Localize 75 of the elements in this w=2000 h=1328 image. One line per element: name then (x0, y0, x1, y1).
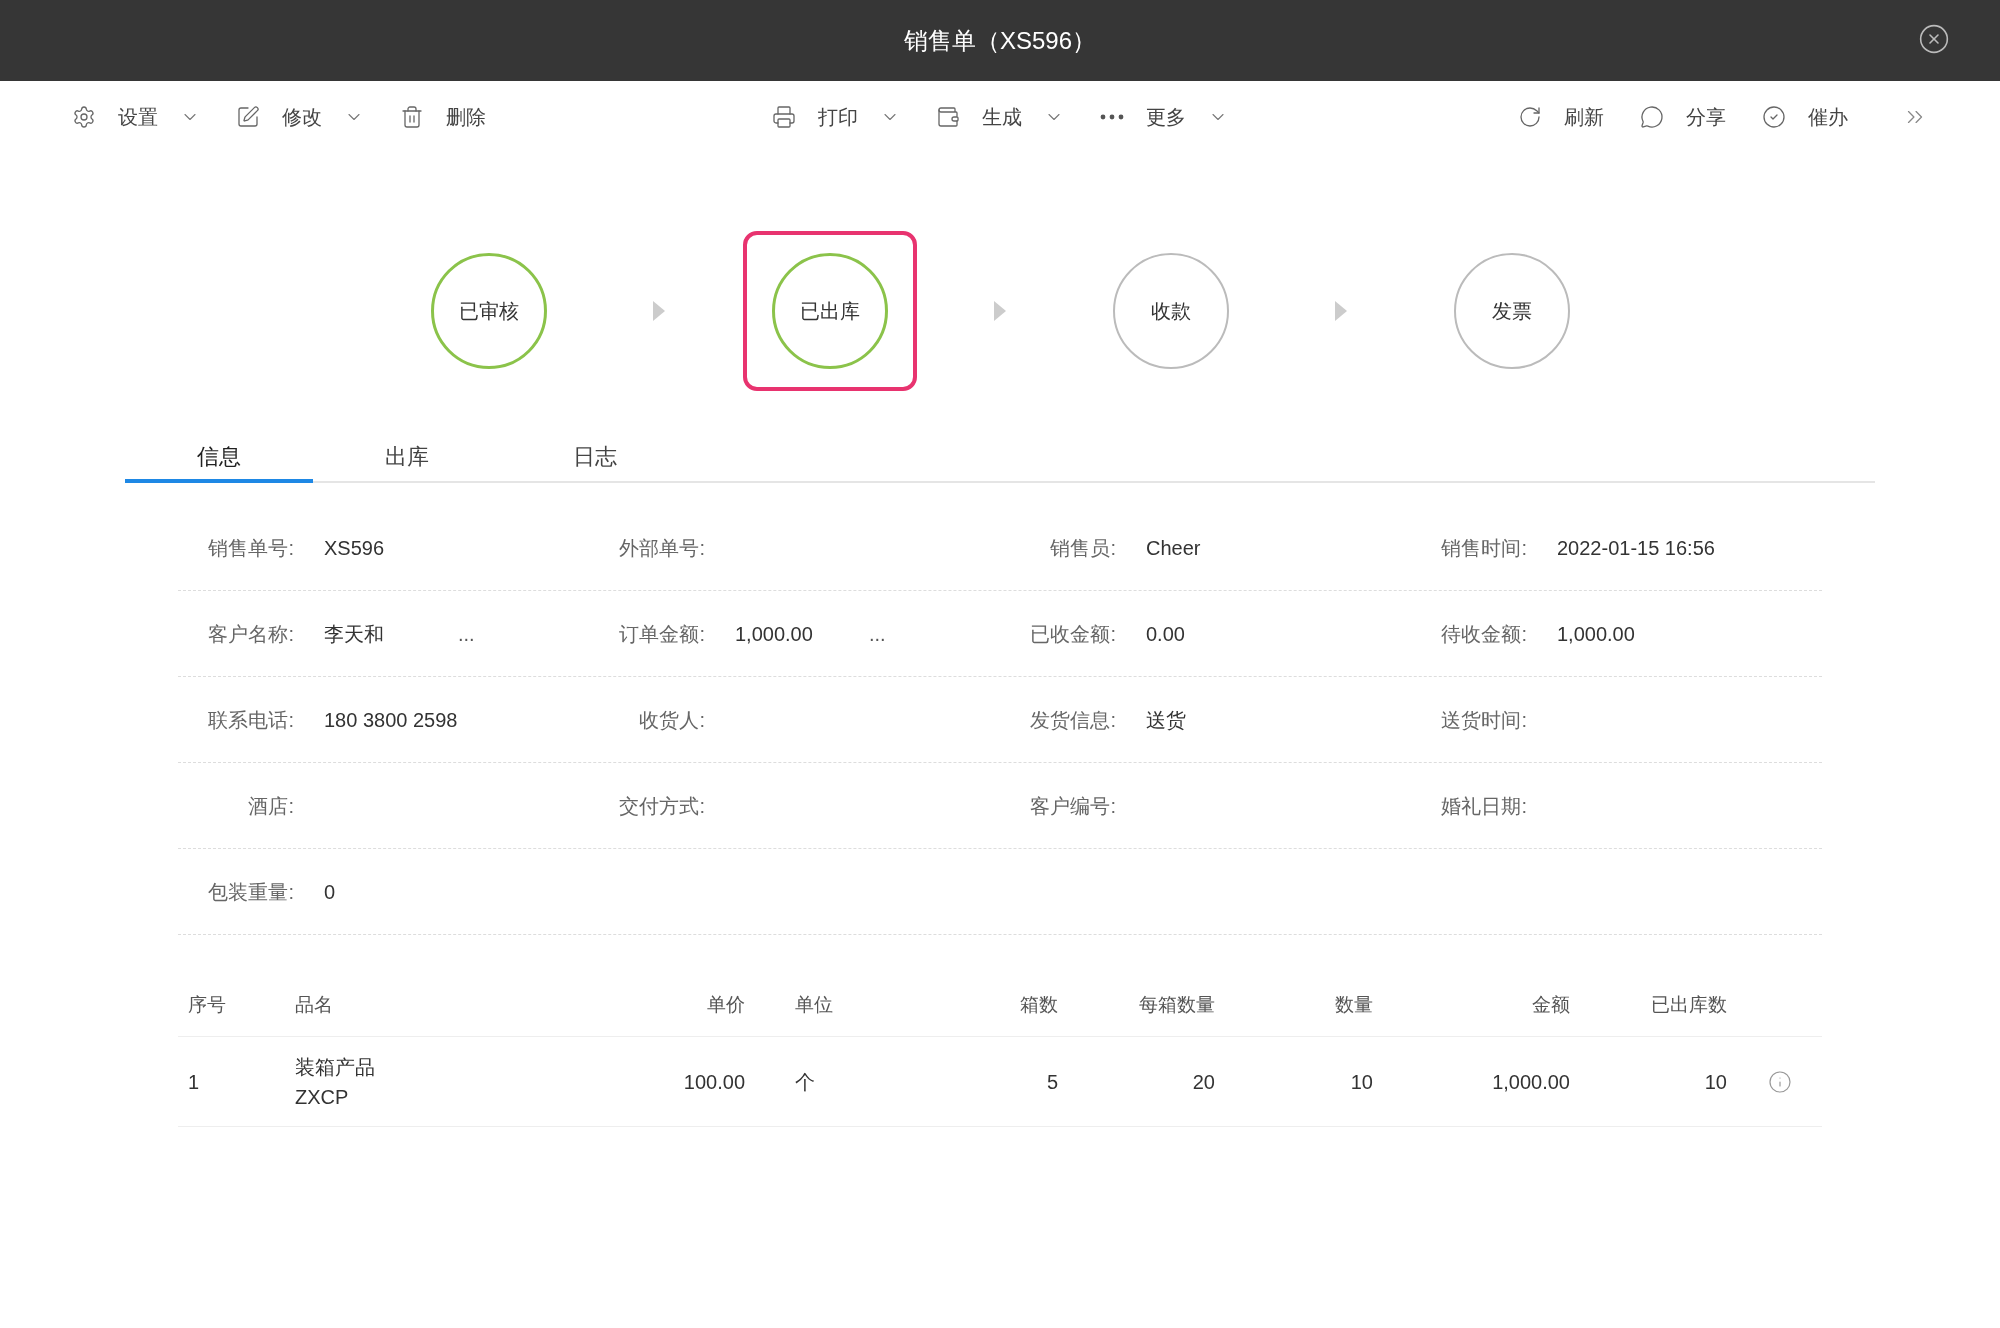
field-label: 客户名称: (207, 621, 294, 647)
column-header: 品名 (294, 993, 334, 1018)
check-circle-icon (1762, 105, 1786, 129)
column-header: 单位 (794, 993, 834, 1018)
column-header: 已出库数 (1650, 993, 1728, 1018)
field-value: 送货 (1146, 707, 1187, 733)
toolbar-button[interactable]: 催办 (1808, 102, 1848, 132)
field-value: 0.00 (1146, 621, 1186, 647)
field-label: 客户编号: (1029, 793, 1116, 819)
table-cell-text: 个 (794, 1069, 816, 1095)
table-cell-text: 装箱产品 (295, 1054, 376, 1080)
field-label: 待收金额: (1440, 621, 1527, 647)
column-header: 序号 (187, 993, 227, 1018)
comment-icon (1640, 105, 1664, 129)
tab[interactable]: 日志 (501, 433, 689, 483)
toolbar-button[interactable]: 更多 (1146, 102, 1186, 132)
field-label: 外部单号: (618, 535, 705, 561)
field-label: 订单金额: (618, 621, 705, 647)
printer-icon (772, 105, 796, 129)
tab[interactable]: 信息 (125, 433, 313, 483)
column-header: 箱数 (1019, 993, 1059, 1018)
field-label: 收货人: (638, 707, 705, 733)
wallet-icon (936, 105, 960, 129)
tab[interactable]: 出库 (313, 433, 501, 483)
table-cell-text: 5 (1045, 1069, 1059, 1095)
toolbar-button[interactable]: 刷新 (1564, 102, 1604, 132)
field-label: 联系电话: (207, 707, 294, 733)
field-label: 销售单号: (207, 535, 294, 561)
info-icon[interactable] (1767, 1069, 1792, 1094)
refresh-icon (1518, 105, 1542, 129)
arrow-icon (653, 301, 665, 321)
field-value: 1,000.00 (1557, 621, 1636, 647)
column-header: 金额 (1531, 993, 1571, 1018)
table-cell-text: ZXCP (295, 1084, 350, 1110)
arrow-icon (1335, 301, 1347, 321)
table-cell-text: 20 (1191, 1069, 1216, 1095)
more-button[interactable]: ... (869, 618, 886, 649)
field-value: 1,000.00 (735, 621, 814, 647)
column-header: 每箱数量 (1138, 993, 1216, 1018)
field-label: 销售时间: (1440, 535, 1527, 561)
field-value: 0 (324, 879, 337, 905)
table-cell-text: 10 (1703, 1069, 1728, 1095)
field-label: 交付方式: (618, 793, 705, 819)
table-cell-text: 100.00 (682, 1069, 746, 1095)
trash-icon (400, 105, 424, 129)
field-label: 销售员: (1049, 535, 1116, 561)
field-value: 李天和 (324, 621, 385, 647)
field-label: 发货信息: (1029, 707, 1116, 733)
field-label: 已收金额: (1029, 621, 1116, 647)
column-header: 数量 (1334, 993, 1374, 1018)
toolbar-button[interactable]: 设置 (118, 102, 158, 132)
field-label: 包装重量: (207, 879, 294, 905)
field-value: 180 3800 2598 (324, 707, 458, 733)
field-value: Cheer (1146, 535, 1202, 561)
toolbar-button[interactable]: 分享 (1686, 102, 1726, 132)
settings-icon (72, 105, 96, 129)
arrow-icon (994, 301, 1006, 321)
field-label: 酒店: (247, 793, 294, 819)
field-value: XS596 (324, 535, 386, 561)
edit-icon (236, 105, 260, 129)
field-label: 婚礼日期: (1440, 793, 1527, 819)
field-value: 2022-01-15 16:56 (1557, 535, 1715, 561)
more-button[interactable]: ... (458, 618, 475, 649)
toolbar-button[interactable]: 修改 (282, 102, 322, 132)
table-cell-text: 1,000.00 (1491, 1069, 1571, 1095)
toolbar-button[interactable]: 生成 (982, 102, 1022, 132)
table-cell-text: 1 (187, 1069, 201, 1095)
close-icon[interactable] (1918, 23, 1950, 55)
column-header: 单价 (706, 993, 746, 1018)
toolbar-button[interactable]: 删除 (446, 102, 486, 132)
table-cell-text: 10 (1349, 1069, 1374, 1095)
toolbar-button[interactable]: 打印 (818, 102, 858, 132)
window-title: 销售单（XS596） (903, 25, 1097, 56)
more-icon (1100, 114, 1124, 120)
field-label: 送货时间: (1440, 707, 1527, 733)
